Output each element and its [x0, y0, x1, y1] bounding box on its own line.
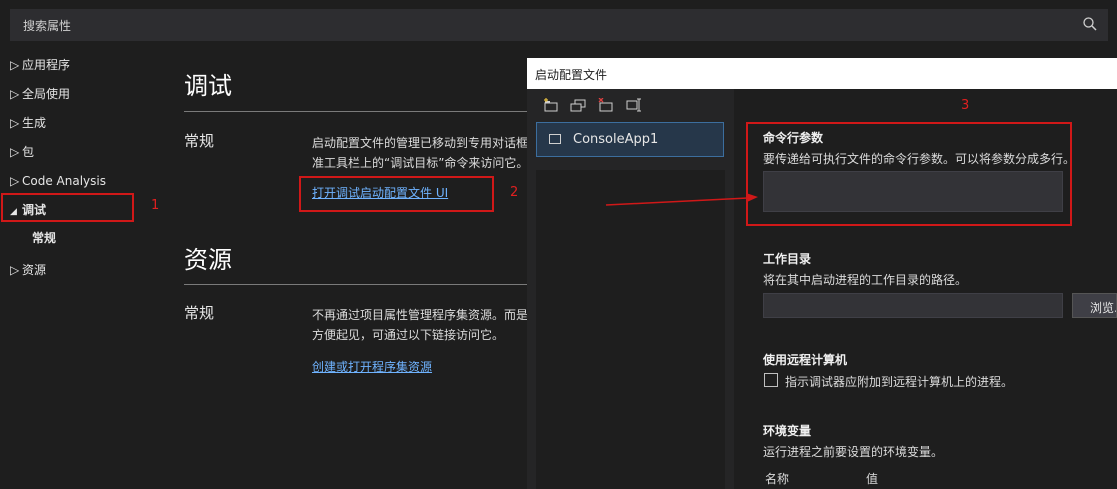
window-icon	[549, 134, 561, 144]
chevron-right-icon: ▷	[10, 116, 20, 130]
working-dir-input[interactable]	[763, 293, 1063, 318]
remote-machine-checkbox[interactable]	[764, 373, 778, 387]
sidebar-item-code-analysis[interactable]: ▷ Code Analysis	[10, 171, 106, 191]
divider	[184, 284, 527, 285]
resources-general-heading: 常规	[184, 304, 215, 322]
resources-heading: 资源	[184, 246, 232, 274]
sidebar-item-label: 资源	[22, 263, 47, 277]
working-dir-label: 工作目录	[763, 252, 812, 266]
debug-general-heading: 常规	[184, 132, 215, 150]
sidebar-item-application[interactable]: ▷ 应用程序	[10, 55, 70, 75]
sidebar-item-label: 全局使用	[22, 87, 71, 101]
annotation-arrow	[605, 193, 758, 206]
chevron-right-icon: ▷	[10, 174, 20, 188]
search-input[interactable]: 搜索属性	[23, 17, 71, 34]
annotation-box-3	[746, 122, 1072, 226]
profile-item-consoleapp1[interactable]: ConsoleApp1	[536, 122, 724, 157]
debug-description: 启动配置文件的管理已移动到专用对话框 准工具栏上的“调试目标”命令来访问它。	[312, 136, 527, 170]
annotation-number-1: 1	[151, 198, 160, 213]
env-vars-description: 运行进程之前要设置的环境变量。	[763, 445, 944, 459]
env-vars-label: 环境变量	[763, 424, 812, 438]
rename-profile-icon[interactable]	[626, 98, 642, 112]
sidebar-item-label: Code Analysis	[22, 174, 106, 188]
sidebar-item-debug-general[interactable]: 常规	[32, 229, 56, 246]
chevron-right-icon: ▷	[10, 263, 20, 277]
remote-machine-label: 使用远程计算机	[763, 353, 848, 367]
annotation-box-2	[299, 176, 494, 212]
delete-profile-icon[interactable]	[598, 98, 614, 112]
dialog-title: 启动配置文件	[535, 68, 608, 82]
annotation-box-1	[1, 193, 134, 222]
sidebar-item-label: 包	[22, 145, 35, 159]
chevron-right-icon: ▷	[10, 145, 20, 159]
annotation-number-3: 3	[961, 98, 970, 113]
resources-description: 不再通过项目属性管理程序集资源。而是 方便起见，可通过以下链接访问它。	[312, 308, 527, 342]
create-or-open-resources-link[interactable]: 创建或打开程序集资源	[312, 358, 432, 375]
sidebar-item-label: 生成	[22, 116, 47, 130]
profile-item-label: ConsoleApp1	[573, 132, 659, 147]
new-profile-icon[interactable]	[543, 98, 559, 112]
duplicate-profile-icon[interactable]	[570, 98, 586, 112]
divider	[184, 111, 527, 112]
browse-button[interactable]: 浏览...	[1072, 293, 1117, 318]
sidebar-item-build[interactable]: ▷ 生成	[10, 113, 46, 133]
search-icon[interactable]	[1082, 16, 1098, 32]
sidebar-item-resources[interactable]: ▷ 资源	[10, 260, 46, 280]
env-vars-column-name: 名称	[765, 472, 790, 486]
remote-machine-checkbox-label: 指示调试器应附加到远程计算机上的进程。	[785, 375, 1014, 389]
sidebar-item-label: 应用程序	[22, 58, 71, 72]
env-vars-column-value: 值	[866, 472, 879, 486]
dialog-title-bar: 启动配置文件	[527, 58, 1117, 89]
chevron-right-icon: ▷	[10, 87, 20, 101]
search-bar[interactable]: 搜索属性	[10, 9, 1108, 41]
working-dir-description: 将在其中启动进程的工作目录的路径。	[763, 273, 968, 287]
sidebar-item-global-usings[interactable]: ▷ 全局使用	[10, 84, 70, 104]
annotation-number-2: 2	[510, 185, 519, 200]
chevron-right-icon: ▷	[10, 58, 20, 72]
profile-list-background	[536, 170, 725, 489]
debug-heading: 调试	[184, 72, 232, 100]
sidebar-item-package[interactable]: ▷ 包	[10, 142, 34, 162]
